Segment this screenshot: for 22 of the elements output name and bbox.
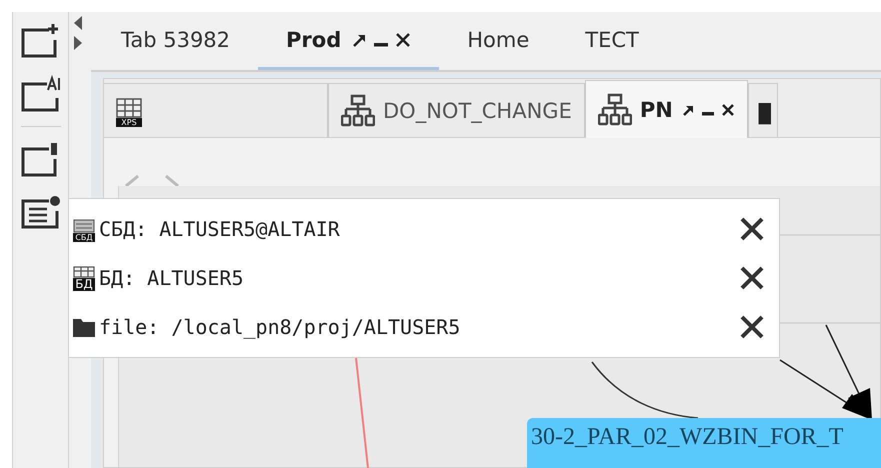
close-icon (739, 216, 765, 242)
tab[interactable]: XPS (104, 83, 328, 137)
scroll-left-icon[interactable] (73, 16, 83, 30)
tab[interactable]: Home (439, 12, 558, 70)
close-icon[interactable] (395, 32, 412, 48)
close-icon (739, 314, 765, 340)
close-icon[interactable] (720, 102, 735, 116)
tab[interactable]: PN (584, 80, 748, 138)
connection-label: БД: ALTUSER5 (99, 266, 244, 290)
tab[interactable]: DO_NOT_CHANGE (328, 83, 585, 137)
hierarchy-icon (598, 92, 632, 126)
folder-icon (73, 316, 95, 337)
tab[interactable]: TECT (557, 12, 667, 70)
connection-label: file: /local_pn8/proj/ALTUSER5 (99, 314, 462, 339)
graph-node[interactable]: 30-2_PAR_02_WZBIN_FOR_T (527, 418, 881, 468)
connection-label: СБД: ALTUSER5@ALTAIR (99, 217, 341, 242)
close-icon (739, 264, 765, 291)
hierarchy-icon (341, 94, 375, 128)
text-frame-icon[interactable] (18, 74, 62, 114)
tab[interactable] (748, 83, 778, 137)
scroll-right-icon[interactable] (73, 36, 83, 50)
tab[interactable]: Tab 53982 (91, 12, 258, 70)
